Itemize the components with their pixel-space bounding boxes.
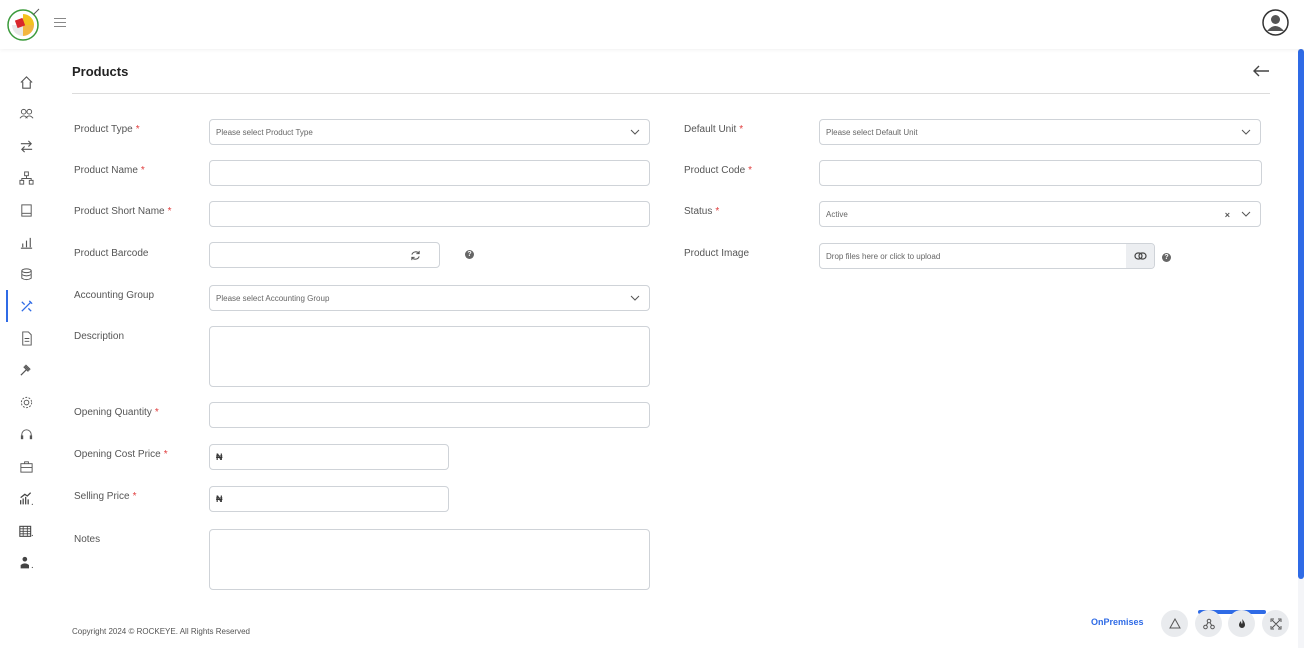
product-type-select[interactable]: Please select Product Type xyxy=(209,119,650,145)
default-unit-select[interactable]: Please select Default Unit xyxy=(819,119,1261,145)
product-type-label: Product Type * xyxy=(74,124,140,135)
recycle-button[interactable] xyxy=(1161,610,1188,637)
gear-icon xyxy=(20,396,32,408)
headset-icon xyxy=(20,428,32,439)
page-scrollbar[interactable] xyxy=(1298,49,1304,579)
deployment-mode-link[interactable]: OnPremises xyxy=(1091,617,1144,627)
sidebar-item-business[interactable] xyxy=(0,450,52,482)
gavel-icon xyxy=(19,363,31,376)
bar-chart-icon xyxy=(20,237,32,249)
sidebar xyxy=(0,49,52,648)
users-icon xyxy=(19,108,33,119)
selling-price-input[interactable]: ₦ xyxy=(209,486,449,512)
network-icon xyxy=(1202,618,1215,629)
image-help-icon[interactable]: ? xyxy=(1162,253,1171,262)
calendar-icon xyxy=(18,525,33,537)
product-image-label: Product Image xyxy=(684,248,750,259)
product-image-dropzone[interactable]: Drop files here or click to upload xyxy=(819,243,1155,269)
briefcase-icon xyxy=(19,460,33,473)
accounting-group-select[interactable]: Please select Accounting Group xyxy=(209,285,650,311)
barcode-help-icon[interactable]: ? xyxy=(465,250,474,259)
divider xyxy=(72,93,1270,94)
employee-icon xyxy=(20,556,33,568)
sidebar-item-book[interactable] xyxy=(0,194,52,226)
status-select[interactable]: Active × xyxy=(819,201,1261,227)
sidebar-item-calendar[interactable] xyxy=(0,514,52,546)
opening-quantity-label: Opening Quantity * xyxy=(74,407,159,418)
refresh-icon[interactable] xyxy=(410,250,421,261)
product-short-name-input[interactable] xyxy=(209,201,650,227)
back-arrow-icon[interactable] xyxy=(1252,64,1270,78)
product-code-input[interactable] xyxy=(819,160,1262,186)
sidebar-item-support[interactable] xyxy=(0,418,52,450)
product-short-name-label: Product Short Name * xyxy=(74,206,172,217)
network-button[interactable] xyxy=(1195,610,1222,637)
fullscreen-button[interactable] xyxy=(1262,610,1289,637)
status-label: Status * xyxy=(684,206,720,217)
chevron-down-icon xyxy=(1241,129,1251,135)
sidebar-item-home[interactable] xyxy=(0,66,52,98)
page-title: Products xyxy=(72,64,129,79)
main-content: Products Product Type * Please select Pro… xyxy=(52,49,1298,648)
product-name-input[interactable] xyxy=(209,160,650,186)
product-barcode-label: Product Barcode xyxy=(74,248,149,259)
currency-symbol: ₦ xyxy=(216,494,223,504)
database-icon xyxy=(20,267,32,280)
opening-cost-price-input[interactable]: ₦ xyxy=(209,444,449,470)
tools-icon xyxy=(20,299,33,312)
description-label: Description xyxy=(74,331,125,342)
book-icon xyxy=(20,203,32,217)
sidebar-item-structure[interactable] xyxy=(0,162,52,194)
status-value: Active xyxy=(826,209,848,219)
chevron-down-icon xyxy=(1241,211,1251,217)
opening-cost-price-label: Opening Cost Price * xyxy=(74,449,168,460)
clear-icon[interactable]: × xyxy=(1225,210,1230,220)
sidebar-item-analytics[interactable] xyxy=(0,482,52,514)
sidebar-item-products[interactable] xyxy=(0,290,52,322)
product-barcode-input[interactable] xyxy=(209,242,440,268)
description-textarea[interactable] xyxy=(209,326,650,387)
app-logo[interactable] xyxy=(6,8,40,42)
default-unit-placeholder: Please select Default Unit xyxy=(826,127,918,137)
product-code-label: Product Code * xyxy=(684,165,753,176)
transfer-icon xyxy=(20,139,32,153)
opening-quantity-input[interactable] xyxy=(209,402,650,428)
sidebar-item-documents[interactable] xyxy=(0,322,52,354)
sidebar-item-inventory[interactable] xyxy=(0,258,52,290)
dropzone-placeholder: Drop files here or click to upload xyxy=(826,251,941,261)
product-name-label: Product Name * xyxy=(74,165,145,176)
growth-chart-icon xyxy=(19,491,33,505)
copyright-text: Copyright 2024 © ROCKEYE. All Rights Res… xyxy=(72,627,250,636)
link-icon xyxy=(1133,252,1147,260)
currency-symbol: ₦ xyxy=(216,452,223,462)
home-icon xyxy=(19,75,33,89)
accounting-group-label: Accounting Group xyxy=(74,290,155,301)
default-unit-label: Default Unit * xyxy=(684,124,744,135)
sidebar-item-contacts[interactable] xyxy=(0,98,52,130)
chevron-down-icon xyxy=(630,129,640,135)
upload-button[interactable] xyxy=(1126,244,1154,268)
notes-label: Notes xyxy=(74,534,101,545)
hierarchy-icon xyxy=(18,170,34,185)
recycle-icon xyxy=(1168,617,1181,628)
chevron-down-icon xyxy=(630,295,640,301)
sidebar-item-settings[interactable] xyxy=(0,386,52,418)
selling-price-label: Selling Price * xyxy=(74,491,137,502)
fullscreen-icon xyxy=(1270,618,1281,629)
top-bar xyxy=(0,0,1304,49)
sidebar-item-transactions[interactable] xyxy=(0,130,52,162)
document-icon xyxy=(21,330,32,346)
fire-button[interactable] xyxy=(1228,610,1255,637)
sidebar-item-legal[interactable] xyxy=(0,354,52,386)
sidebar-item-hr[interactable] xyxy=(0,546,52,578)
notes-textarea[interactable] xyxy=(209,529,650,590)
sidebar-item-reports[interactable] xyxy=(0,226,52,258)
product-type-placeholder: Please select Product Type xyxy=(216,127,313,137)
user-avatar[interactable] xyxy=(1262,9,1289,36)
fire-icon xyxy=(1238,618,1245,628)
accounting-group-placeholder: Please select Accounting Group xyxy=(216,293,330,303)
menu-toggle-icon[interactable] xyxy=(54,18,66,30)
